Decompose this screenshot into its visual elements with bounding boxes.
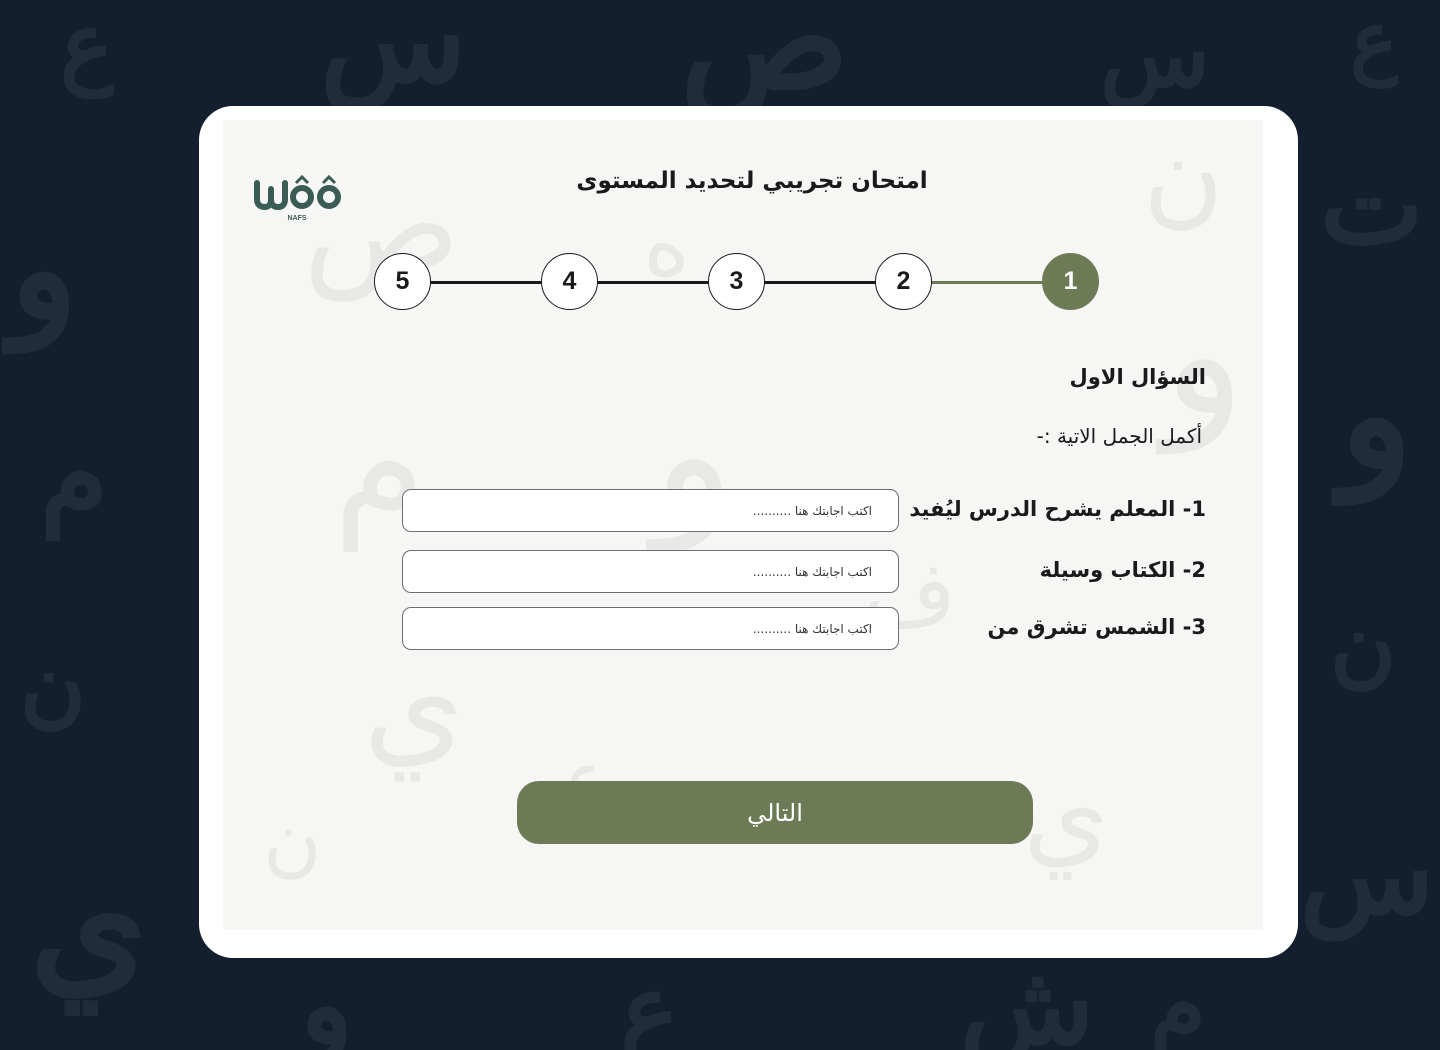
exam-card: ص ن و ه و م ي ف ي ع ن NAFS امتحان تجريبي… [199, 106, 1298, 958]
question-heading: السؤال الاول [1069, 365, 1206, 389]
question-row: 2- الكتاب وسيلة [199, 550, 1298, 594]
question-row: 3- الشمس تشرق من [199, 607, 1298, 651]
step-2[interactable]: 2 [875, 253, 932, 310]
nafs-logo: NAFS [254, 174, 341, 222]
question-row: 1- المعلم يشرح الدرس ليُفيد [199, 489, 1298, 533]
question-label: 3- الشمس تشرق من [987, 615, 1206, 639]
step-4[interactable]: 4 [541, 253, 598, 310]
step-3[interactable]: 3 [708, 253, 765, 310]
answer-input-3[interactable] [402, 607, 899, 650]
question-instruction: أكمل الجمل الاتية :- [1036, 424, 1202, 448]
stepper-connector-completed [930, 281, 1044, 284]
next-button[interactable]: التالي [517, 781, 1033, 844]
question-label: 1- المعلم يشرح الدرس ليُفيد [909, 497, 1206, 521]
logo-text: NAFS [287, 215, 306, 222]
answer-input-1[interactable] [402, 489, 899, 532]
step-5[interactable]: 5 [374, 253, 431, 310]
answer-input-2[interactable] [402, 550, 899, 593]
stepper-connector [429, 281, 930, 284]
question-label: 2- الكتاب وسيلة [1039, 558, 1206, 582]
step-1[interactable]: 1 [1042, 253, 1099, 310]
page-title: امتحان تجريبي لتحديد المستوى [576, 168, 928, 194]
